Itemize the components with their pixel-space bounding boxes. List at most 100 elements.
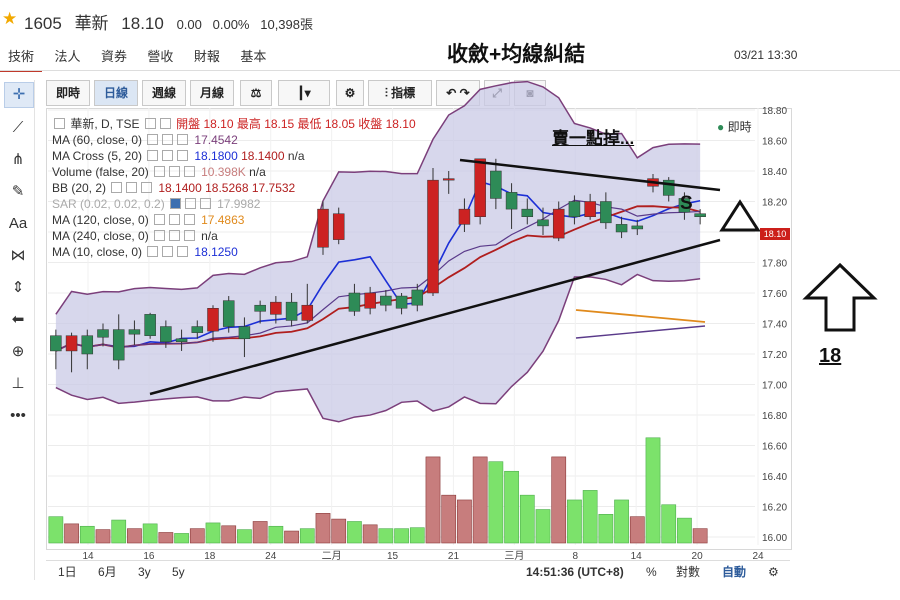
volume-bar [441,494,457,544]
volume-bar [347,521,362,544]
volume-bar [378,528,394,544]
volume-bar [79,525,95,544]
legend-ma240-label: MA (240, close, 0) [52,229,149,243]
legend-ma120-value: 17.4863 [201,213,245,227]
legend-sar-label: SAR (0.02, 0.02, 0.2) [52,197,165,211]
volume-bar [409,527,425,544]
range-5y[interactable]: 5y [172,561,185,583]
candle-body [50,335,62,352]
volume-bar [504,470,519,544]
legend-sar-value: 17.9982 [217,197,261,211]
clock-time: 14:51:36 (UTC+8) [526,565,624,579]
range-1d[interactable]: 1日 [58,561,77,583]
candle-body [442,178,455,181]
volume-bar [551,456,567,544]
volume-bar [315,513,331,544]
legend-ma10: MA (10, close, 0) 18.1250 [52,244,416,260]
legend-ohlc: 開盤 18.10 最高 18.15 最低 18.05 收盤 18.10 [176,117,416,131]
y-tick-label: 16.40 [762,472,787,483]
live-indicator: ● 即時 [717,118,752,135]
y-tick-label: 17.00 [762,381,787,392]
volume-bar [111,519,127,544]
range-3y[interactable]: 3y [138,561,151,583]
price-chart: 18.8018.6018.4018.2018.0017.8017.6017.40… [48,80,787,562]
y-tick-label: 16.00 [762,533,787,544]
candle-body [615,224,628,233]
y-tick-label: 16.20 [762,503,787,514]
legend-macross-label: MA Cross (5, 20) [52,149,143,163]
volume-bar [252,521,268,544]
volume-bar [567,499,582,544]
up-arrow-icon [802,262,878,332]
candle-body [81,335,94,355]
candle-body [364,292,376,309]
y-tick-label: 17.40 [762,320,787,331]
volume-bar [331,518,347,544]
volume-bar [189,528,205,544]
volume-bar [158,532,174,544]
auto-toggle[interactable]: 自動 [722,561,746,583]
legend-volume-v1: 10.398K [201,165,246,179]
candle-body [694,213,706,217]
candle-body [238,326,251,339]
bottom-bar: 1日 6月 3y 5y 14:51:36 (UTC+8) % 對數 自動 ⚙ [46,560,790,583]
legend-macross: MA Cross (5, 20) 18.1800 18.1400 n/a [52,148,416,164]
legend-sar: SAR (0.02, 0.02, 0.2) 17.9982 [52,196,416,212]
candle-body [191,326,204,333]
candle-body [97,329,109,338]
volume-bar [284,530,299,544]
volume-bar [299,528,315,544]
legend-ma60-label: MA (60, close, 0) [52,133,143,147]
volume-bar [535,509,551,544]
volume-bar [645,437,661,544]
legend-ma240: MA (240, close, 0) n/a [52,228,416,244]
range-6m[interactable]: 6月 [98,561,117,583]
legend-ma10-label: MA (10, close, 0) [52,245,143,259]
candle-body [600,201,612,224]
annotation-sell: 賣一點掉... [552,129,635,148]
candle-body [270,301,282,315]
volume-bar [268,525,284,544]
legend-volume-v2: n/a [249,165,266,179]
annotation-target: 18 [819,345,842,367]
candle-body [521,208,534,217]
candle-body [458,208,471,225]
candle-body [584,201,596,217]
volume-bar [142,523,158,544]
candle-body [427,179,439,294]
candle-body [631,225,644,230]
candle-body [505,192,518,210]
legend-bb-v3: 17.7532 [251,181,296,195]
volume-bar [661,504,677,544]
settings-gear-icon[interactable]: ⚙ [768,561,779,583]
last-price-tag: 18.10 [760,228,790,240]
legend-ma60-value: 17.4542 [194,133,238,147]
candle-body [411,289,424,306]
candle-body [285,301,298,321]
legend-volume: Volume (false, 20) 10.398K n/a [52,164,416,180]
candle-body [207,308,219,332]
volume-bar [519,494,535,544]
candle-body [175,338,188,343]
pct-toggle[interactable]: % [646,561,657,583]
volume-bar [237,529,252,544]
volume-bar [205,522,221,544]
legend-macross-v2: 18.1400 [241,149,285,163]
legend-bb: BB (20, 2) 18.1400 18.5268 17.7532 [52,180,416,196]
y-tick-label: 17.20 [762,350,787,361]
triangle-annotation-icon [719,199,761,232]
log-toggle[interactable]: 對數 [676,561,700,583]
candle-body [380,295,392,306]
candle-body [144,314,156,336]
annotation-s: S [680,193,693,214]
legend-ma120: MA (120, close, 0) 17.4863 [52,212,416,228]
legend-bb-v1: 18.1400 [158,181,202,195]
chart-legend: 華新, D, TSE 開盤 18.10 最高 18.15 最低 18.05 收盤… [52,116,416,260]
volume-bar [48,516,64,544]
volume-bar [95,529,111,544]
volume-bar [394,528,409,544]
volume-bar [457,499,472,544]
volume-bar [614,499,629,544]
legend-bb-v2: 18.5268 [205,181,249,195]
legend-main: 華新, D, TSE 開盤 18.10 最高 18.15 最低 18.05 收盤… [52,116,416,132]
